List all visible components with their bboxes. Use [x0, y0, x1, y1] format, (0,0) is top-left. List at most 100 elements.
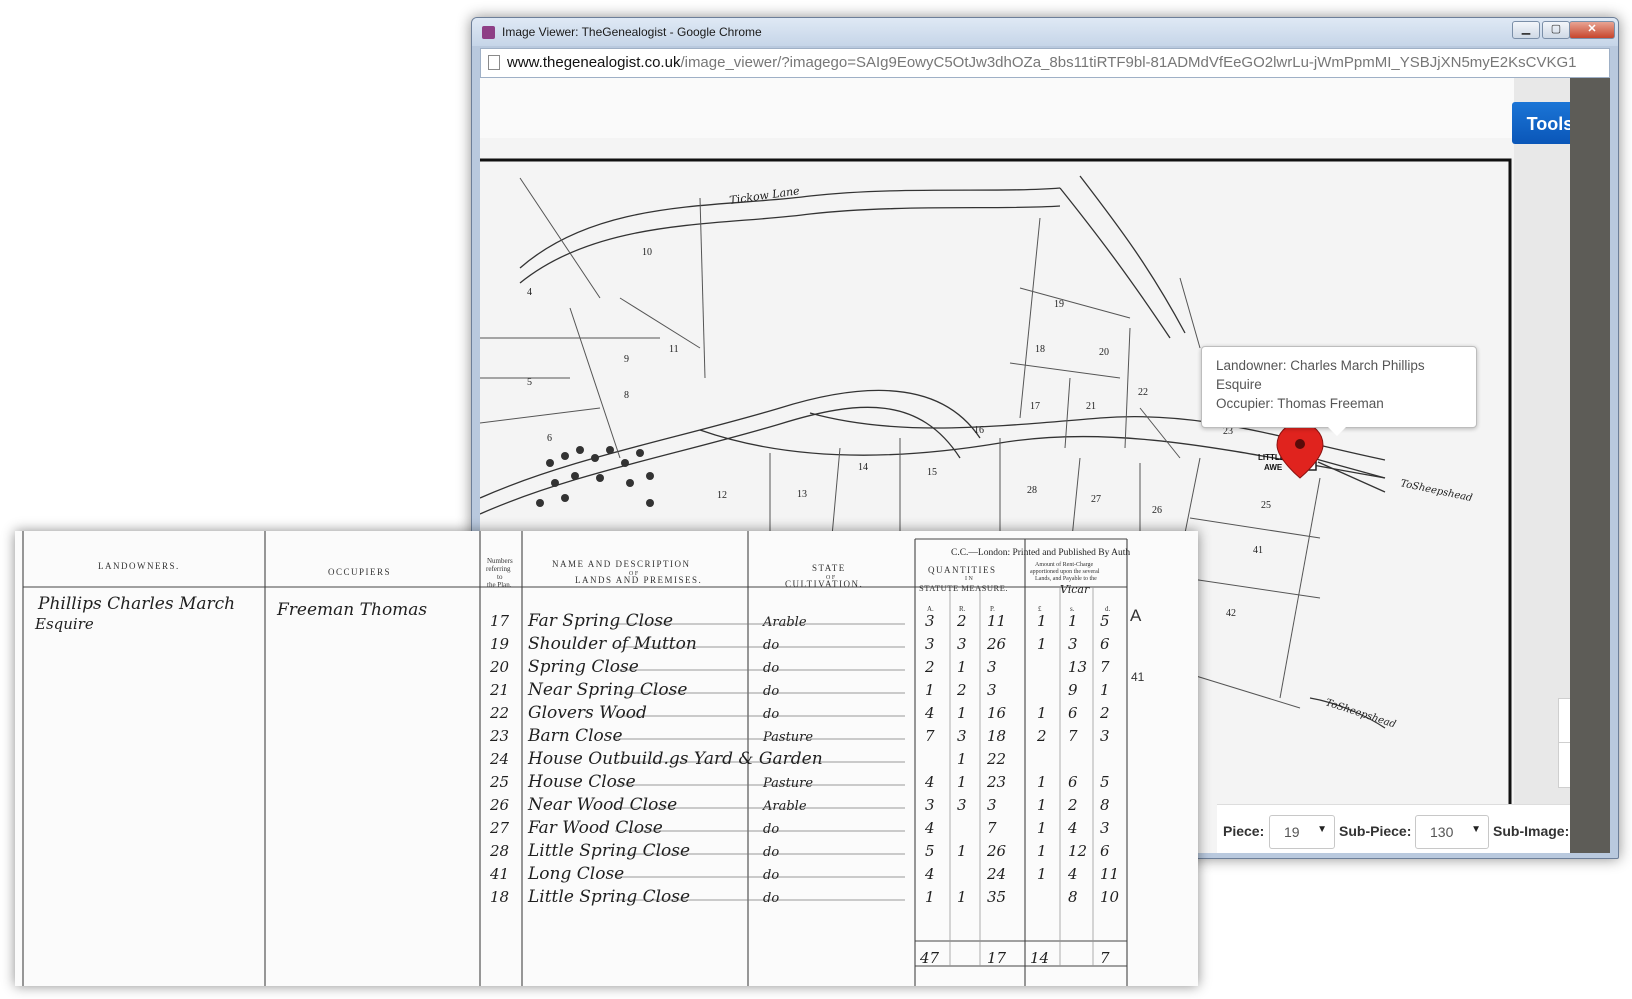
row-shillings: 12: [1068, 842, 1087, 860]
row-acres: 3: [925, 612, 935, 630]
row-number: 18: [490, 888, 509, 906]
parcel-number: 42: [1226, 608, 1236, 619]
row-acres: 7: [925, 727, 935, 745]
row-roods: 2: [956, 681, 967, 699]
header-name: LANDS AND PREMISES.: [575, 575, 702, 585]
parcel-number: 21: [1086, 401, 1096, 412]
piece-select[interactable]: 19 ▼: [1269, 815, 1335, 849]
title-bar[interactable]: Image Viewer: TheGenealogist - Google Ch…: [472, 18, 1618, 46]
window-title: Image Viewer: TheGenealogist - Google Ch…: [502, 25, 762, 39]
header-state: CULTIVATION.: [785, 579, 863, 589]
url-text[interactable]: www.thegenealogist.co.uk/image_viewer/?i…: [507, 54, 1577, 71]
total-acres: 47: [919, 949, 940, 967]
row-description: House Close: [527, 772, 636, 792]
subpiece-select[interactable]: 130 ▼: [1415, 815, 1489, 849]
row-description: Spring Close: [528, 657, 639, 677]
row-shillings: 7: [1068, 727, 1078, 745]
row-shillings: 6: [1068, 704, 1078, 722]
row-pence: 5: [1100, 773, 1110, 791]
piece-selector-bar: Piece: 19▼ Sub-Piece: 130▼ Sub-Image: 00…: [1217, 804, 1570, 853]
url-host: www.thegenealogist.co.uk: [507, 54, 681, 71]
row-pounds: 1: [1037, 612, 1047, 630]
row-acres: 4: [924, 704, 935, 722]
parcel-number: 25: [1261, 500, 1271, 511]
row-description: Little Spring Close: [527, 887, 690, 907]
close-button[interactable]: ✕: [1569, 21, 1615, 39]
row-cultivation: do: [763, 684, 779, 699]
publisher-imprint: C.C.—London: Printed and Published By Au…: [951, 548, 1130, 558]
row-perches: 22: [986, 750, 1006, 768]
row-pence: 3: [1100, 727, 1110, 745]
row-shillings: 4: [1067, 865, 1078, 883]
row-perches: 26: [986, 842, 1007, 860]
parcel-number: 10: [642, 247, 652, 258]
row-description: Far Spring Close: [527, 611, 673, 631]
header-numbers: to: [497, 573, 503, 581]
site-favicon-icon: [482, 26, 495, 39]
row-number: 17: [490, 612, 510, 630]
row-description: Little Spring Close: [527, 841, 690, 861]
header-rent: Lands, and Payable to the: [1035, 576, 1097, 582]
row-number: 24: [489, 750, 509, 768]
row-shillings: 4: [1067, 819, 1078, 837]
address-bar[interactable]: www.thegenealogist.co.uk/image_viewer/?i…: [480, 48, 1610, 78]
dropdown-arrow-icon: ▼: [1317, 824, 1327, 835]
tooltip-landowner-cont: Esquire: [1216, 377, 1262, 392]
row-pence: 1: [1100, 681, 1110, 699]
row-pence: 3: [1100, 819, 1110, 837]
row-pence: 6: [1100, 842, 1110, 860]
row-cultivation: Pasture: [762, 776, 813, 791]
row-pounds: 2: [1036, 727, 1047, 745]
landowner-name: Phillips Charles March: [37, 594, 235, 614]
parcel-number: 28: [1027, 485, 1037, 496]
row-number: 21: [489, 681, 509, 699]
row-description: Far Wood Close: [527, 818, 663, 838]
row-cultivation: Arable: [762, 615, 807, 630]
row-cultivation: do: [763, 868, 779, 883]
zoom-out-button[interactable]: [1558, 742, 1570, 788]
header-quantities: IN: [965, 576, 974, 582]
row-cultivation: do: [763, 891, 779, 906]
ledger-sheet: C.C.—London: Printed and Published By Au…: [15, 531, 1198, 986]
landowner-name: Esquire: [34, 615, 94, 633]
header-rent: apportioned upon the several: [1030, 569, 1100, 575]
tooltip-landowner: Landowner: Charles March Phillips: [1216, 358, 1425, 373]
total-pence: 7: [1100, 949, 1110, 967]
header-name: NAME AND DESCRIPTION: [552, 559, 691, 569]
piece-value: 19: [1284, 824, 1300, 840]
row-shillings: 6: [1068, 773, 1078, 791]
row-description: Barn Close: [527, 726, 623, 746]
header-rent: Amount of Rent-Charge: [1035, 561, 1094, 568]
row-cultivation: Arable: [762, 799, 807, 814]
zoom-in-button[interactable]: [1558, 698, 1570, 744]
row-roods: 1: [957, 842, 967, 860]
row-pounds: 1: [1037, 842, 1047, 860]
row-roods: 3: [957, 635, 967, 653]
row-pence: 2: [1099, 704, 1110, 722]
dropdown-arrow-icon: ▼: [1471, 824, 1481, 835]
tools-label: Tools: [1526, 114, 1570, 134]
parcel-number: 11: [669, 344, 679, 355]
tooltip-tail: [1328, 427, 1346, 436]
row-number: 20: [489, 658, 510, 676]
row-pence: 6: [1100, 635, 1110, 653]
row-description: Long Close: [527, 864, 624, 884]
row-acres: 3: [925, 796, 935, 814]
viewer-side-panel: [1570, 78, 1610, 853]
row-description: Near Wood Close: [527, 795, 677, 815]
row-roods: 1: [957, 773, 967, 791]
row-acres: 4: [924, 819, 935, 837]
parcel-number: 27: [1091, 494, 1101, 505]
row-perches: 26: [986, 635, 1007, 653]
total-pounds: 14: [1030, 949, 1049, 967]
parcel-number: 16: [974, 425, 984, 436]
tools-button[interactable]: Tools ▾: [1512, 102, 1570, 144]
row-shillings: 1: [1068, 612, 1078, 630]
row-pence: 11: [1100, 865, 1119, 883]
minimize-button[interactable]: ▁: [1512, 21, 1540, 39]
row-cultivation: Pasture: [762, 730, 813, 745]
row-pounds: 1: [1037, 773, 1047, 791]
margin-mark: 41: [1131, 670, 1145, 684]
row-perches: 23: [986, 773, 1006, 791]
maximize-button[interactable]: ▢: [1542, 21, 1570, 39]
